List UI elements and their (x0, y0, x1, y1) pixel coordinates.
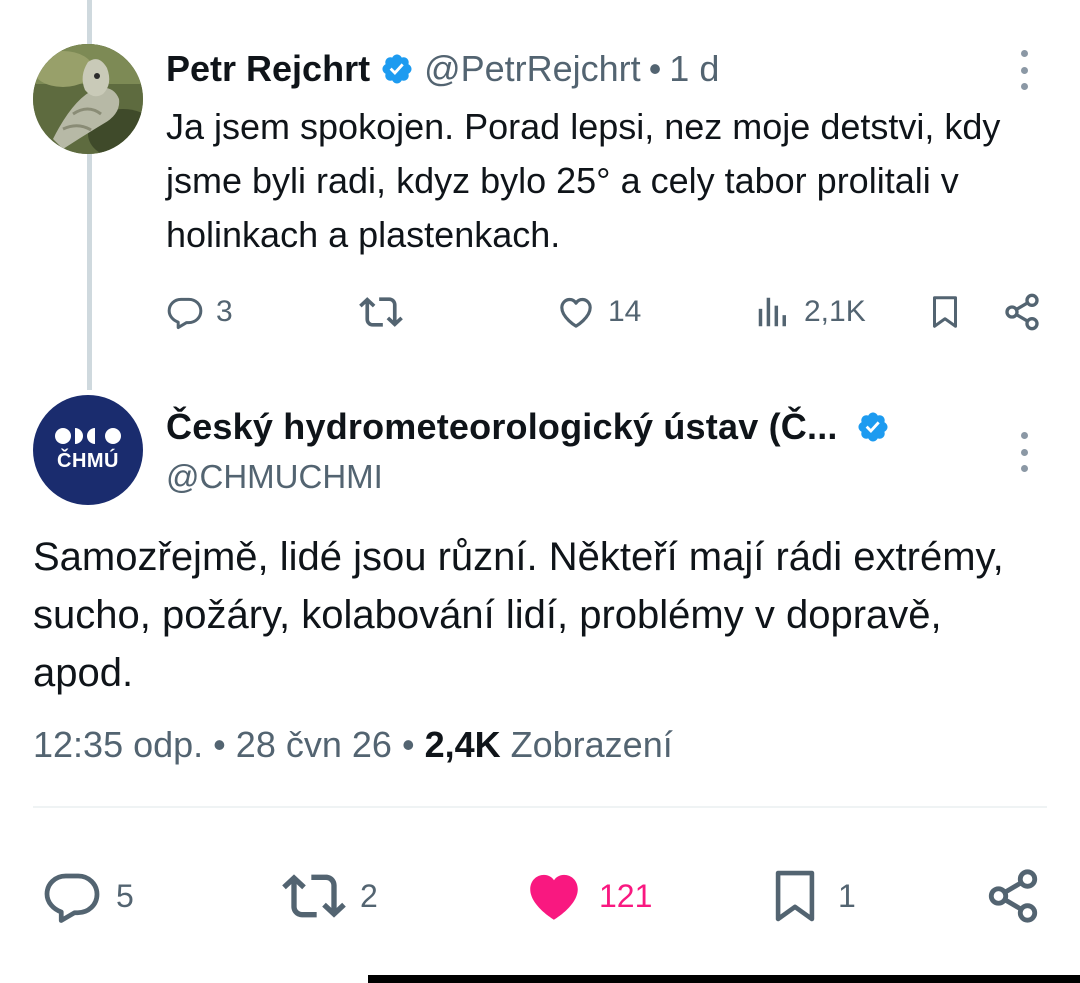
reply-like-count: 14 (608, 295, 642, 328)
reply-timestamp[interactable]: 1 d (669, 48, 719, 90)
views-icon (758, 297, 786, 327)
bookmark-icon (775, 870, 815, 922)
reply-author-name[interactable]: Petr Rejchrt (166, 48, 370, 90)
separator-dot: • (213, 724, 226, 765)
main-views-label: Zobrazení (510, 724, 673, 765)
reply-more-icon[interactable] (1019, 50, 1029, 90)
reply-icon (44, 873, 100, 923)
main-retweet-count: 2 (360, 877, 378, 914)
main-reply-count: 5 (116, 877, 134, 914)
tweet-thread: Petr Rejchrt @PetrRejchrt • 1 d Ja jsem … (0, 0, 1080, 983)
main-more-icon[interactable] (1019, 432, 1029, 472)
main-like-count: 121 (599, 877, 653, 914)
bottom-edge-bar (368, 975, 1080, 983)
reply-views-button[interactable]: 2,1K (754, 288, 866, 336)
reply-retweet-button[interactable] (359, 288, 403, 336)
main-like-button[interactable]: 121 (523, 866, 652, 926)
avatar-chmu[interactable]: ČHMÚ (33, 395, 143, 505)
main-reply-button[interactable]: 5 (42, 866, 134, 926)
separator-dot: • (401, 724, 415, 765)
reply-bookmark-button[interactable] (927, 288, 963, 336)
main-author-name[interactable]: Český hydrometeorologický ústav (Č... (166, 406, 838, 448)
reply-reply-count: 3 (216, 295, 233, 328)
reply-icon (167, 297, 203, 330)
main-bookmark-count: 1 (838, 877, 856, 914)
reply-text: Ja jsem spokojen. Porad lepsi, nez moje … (166, 106, 1001, 255)
retweet-icon (359, 297, 403, 327)
retweet-icon (282, 874, 346, 918)
verified-badge-icon (858, 412, 888, 442)
main-share-button[interactable] (984, 866, 1042, 926)
main-tweet-date[interactable]: 28 čvn 26 (236, 724, 392, 765)
bookmark-icon (933, 296, 957, 328)
avatar-petr-rejchrt[interactable] (33, 44, 143, 154)
share-icon (1005, 293, 1039, 331)
main-retweet-button[interactable]: 2 (282, 866, 378, 926)
main-author-handle[interactable]: @CHMUCHMI (166, 458, 383, 496)
main-tweet-text: Samozřejmě, lidé jsou různí. Někteří maj… (33, 535, 1004, 695)
divider (33, 806, 1047, 808)
iguana-avatar-image (33, 44, 143, 154)
reply-like-button[interactable]: 14 (556, 288, 641, 336)
chmu-logo-mark (55, 427, 121, 444)
main-header: Český hydrometeorologický ústav (Č... (166, 402, 890, 452)
like-icon (560, 297, 592, 328)
main-action-bar: 5 2 121 1 (0, 866, 1080, 926)
reply-views-count: 2,1K (804, 295, 866, 328)
verified-badge-icon (382, 54, 412, 84)
share-icon (988, 869, 1038, 923)
reply-reply-button[interactable]: 3 (166, 288, 233, 336)
main-bookmark-button[interactable]: 1 (766, 866, 856, 926)
main-tweet-time[interactable]: 12:35 odp. (33, 724, 203, 765)
main-views-count: 2,4K (424, 724, 501, 765)
reply-share-button[interactable] (1002, 288, 1042, 336)
separator-dot: • (648, 48, 662, 89)
reply-header: Petr Rejchrt @PetrRejchrt • 1 d (166, 44, 719, 94)
reply-action-bar: 3 14 2,1K (0, 288, 1080, 336)
main-tweet-meta: 12:35 odp. • 28 čvn 26 • 2,4K Zobrazení (33, 724, 673, 766)
like-icon-filled (530, 874, 578, 920)
chmu-logo-text: ČHMÚ (57, 449, 119, 472)
reply-author-handle[interactable]: @PetrRejchrt (424, 48, 641, 90)
